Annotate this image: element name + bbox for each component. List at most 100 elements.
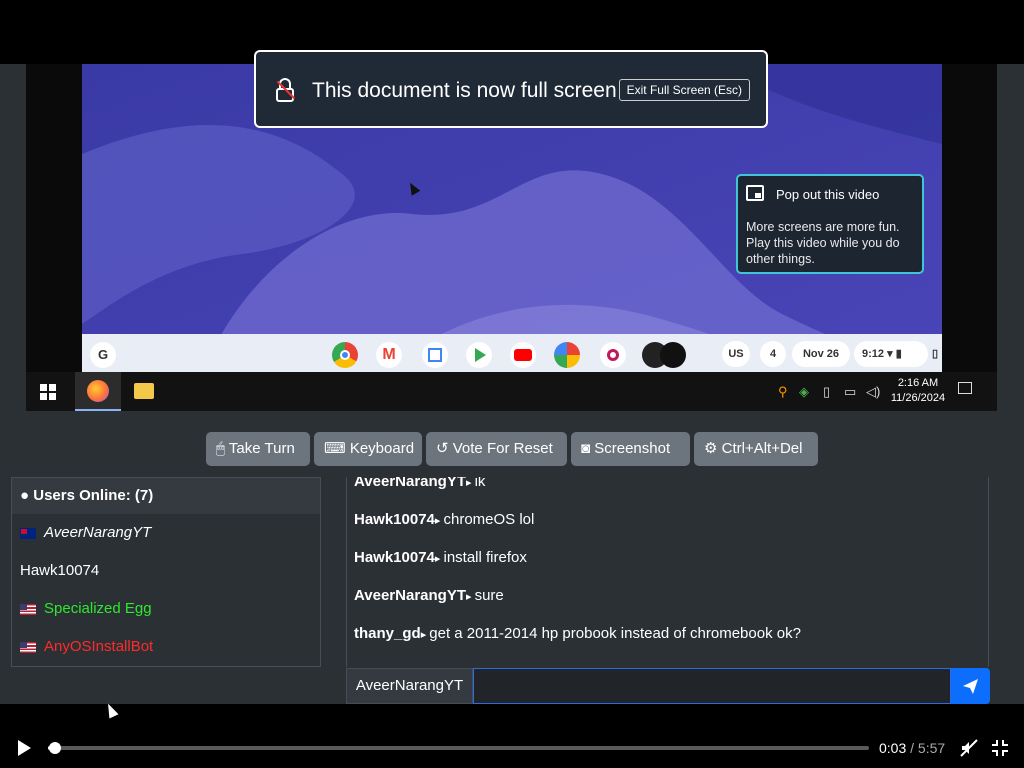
play-store-icon[interactable] [466, 342, 492, 368]
ime-indicator[interactable]: US [722, 341, 750, 367]
gear-icon: ⚙ [704, 440, 718, 457]
ctrl-alt-del-button[interactable]: ⚙ Ctrl+Alt+Del [694, 432, 818, 466]
chat-input[interactable] [473, 668, 951, 704]
tray-usb-icon[interactable]: ▯ [823, 384, 830, 400]
undo-icon: ↺ [436, 440, 449, 457]
screen-record-icon[interactable] [600, 342, 626, 368]
fullscreen-message: This document is now full screen [312, 79, 617, 102]
pop-out-video-tooltip[interactable]: Pop out this video More screens are more… [736, 174, 924, 274]
user-item[interactable]: AveerNarangYT [12, 514, 320, 552]
us-flag-icon [20, 603, 36, 615]
chat-username[interactable]: Hawk10074 [354, 549, 435, 566]
users-header: ● Users Online: (7) [12, 478, 320, 514]
overview-button[interactable]: ▯ [930, 341, 940, 367]
australia-flag-icon [20, 527, 36, 539]
progress-handle[interactable] [49, 742, 61, 754]
chat-arrow-icon: ▸ [466, 477, 475, 489]
users-header-label: Users Online: (7) [33, 487, 154, 504]
chat-message: Hawk10074▸ install firefox [354, 549, 527, 566]
chat-text: get a 2011-2014 hp probook instead of ch… [429, 625, 801, 642]
tray-clock[interactable]: 2:16 AM 11/26/2024 [886, 376, 950, 406]
chat-username[interactable]: AveerNarangYT [354, 587, 466, 604]
tray-search-icon[interactable]: ⚲ [778, 384, 788, 400]
chat-username[interactable]: Hawk10074 [354, 511, 435, 528]
duration: 5:57 [917, 740, 946, 756]
chrome-icon[interactable] [332, 342, 358, 368]
wifi-icon: ▾ [887, 348, 893, 360]
user-item[interactable]: Specialized Egg [12, 590, 320, 628]
firefox-taskbar-icon[interactable] [75, 372, 121, 411]
photos-icon[interactable] [554, 342, 580, 368]
vote-reset-button[interactable]: ↺ Vote For Reset [426, 432, 567, 466]
chat-username[interactable]: thany_gd [354, 625, 421, 642]
chat-message: thany_gd▸ get a 2011-2014 hp probook ins… [354, 625, 801, 642]
file-explorer-icon[interactable] [134, 383, 154, 399]
ctrl-alt-del-label: Ctrl+Alt+Del [721, 440, 803, 457]
mouse-icon: 🖱 [216, 440, 226, 457]
user-name: Specialized Egg [44, 600, 152, 617]
user-item[interactable]: AnyOSInstallBot [12, 628, 320, 666]
launcher-button[interactable]: G [90, 342, 116, 368]
take-turn-button[interactable]: 🖱 Take Turn [206, 432, 310, 466]
play-button[interactable] [18, 740, 31, 756]
vote-reset-label: Vote For Reset [452, 440, 553, 457]
chromeos-shelf: G M US 4 Nov 26 9:12 ▾ ▮ ▯ [82, 334, 942, 374]
username-button[interactable]: AveerNarangYT [346, 668, 473, 704]
take-turn-label: Take Turn [228, 440, 295, 457]
chat-message: AveerNarangYT▸ sure [354, 587, 504, 604]
gmail-icon[interactable]: M [376, 342, 402, 368]
users-list: AveerNarangYT Hawk10074 Specialized Egg Any… [12, 514, 320, 666]
time-display: 0:03 / 5:57 [879, 740, 945, 756]
chat-text: sure [474, 587, 504, 604]
tray-time: 2:16 AM [897, 377, 939, 389]
send-button[interactable] [951, 668, 990, 704]
paper-plane-icon [963, 679, 978, 694]
status-time: 9:12 [862, 348, 885, 360]
app-icon-2[interactable] [660, 342, 686, 368]
exit-fullscreen-button[interactable]: Exit Full Screen (Esc) [618, 79, 750, 101]
users-online-panel: ● Users Online: (7) AveerNarangYT Hawk100… [11, 477, 321, 667]
chat-message: AveerNarangYT▸ ik [354, 477, 485, 490]
mouse-cursor-icon [103, 701, 119, 719]
chat-messages: AveerNarangYT▸ ik Hawk10074▸ chromeOS lol… [346, 477, 989, 667]
chat-input-bar: AveerNarangYT [346, 668, 990, 704]
user-item[interactable]: Hawk10074 [12, 552, 320, 590]
action-center-icon[interactable] [958, 382, 972, 394]
exit-fullscreen-icon[interactable] [991, 739, 1009, 757]
calendar-icon[interactable] [422, 342, 448, 368]
screenshot-label: Screenshot [594, 440, 671, 457]
user-name: AnyOSInstallBot [44, 638, 154, 655]
windows-start-icon[interactable] [40, 384, 56, 400]
date-pill[interactable]: Nov 26 [792, 341, 850, 367]
keyboard-icon: ⌨ [324, 440, 346, 457]
chat-text: install firefox [443, 549, 527, 566]
chat-username[interactable]: AveerNarangYT [354, 477, 466, 490]
windows-taskbar: ⚲ ◈ ▯ ▭ ◁) 2:16 AM 11/26/2024 [26, 372, 997, 411]
current-time: 0:03 [879, 740, 907, 756]
status-area[interactable]: 9:12 ▾ ▮ [854, 341, 928, 367]
chat-arrow-icon: ▸ [420, 629, 430, 641]
tray-network-icon[interactable]: ▭ [844, 384, 856, 400]
chat-arrow-icon: ▸ [466, 591, 475, 603]
chat-text: chromeOS lol [443, 511, 535, 528]
screenshot-button[interactable]: ◙ Screenshot [571, 432, 690, 466]
pop-out-icon [746, 185, 764, 201]
lock-icon [276, 78, 296, 102]
tray-volume-icon[interactable]: ◁) [866, 384, 880, 400]
time-separator: / [910, 740, 915, 756]
tray-date: 11/26/2024 [890, 392, 946, 404]
keyboard-button[interactable]: ⌨ Keyboard [314, 432, 422, 466]
pop-out-body: More screens are more fun. Play this vid… [746, 220, 900, 266]
us-flag-icon [20, 641, 36, 653]
tray-shield-icon[interactable]: ◈ [799, 384, 809, 400]
notification-count[interactable]: 4 [760, 341, 786, 367]
youtube-icon[interactable] [510, 342, 536, 368]
pop-out-title: Pop out this video [776, 187, 880, 202]
keyboard-label: Keyboard [349, 440, 415, 457]
progress-track[interactable] [48, 746, 869, 750]
battery-icon: ▮ [895, 348, 902, 360]
user-name: AveerNarangYT [44, 524, 152, 541]
chat-text: ik [474, 477, 486, 490]
user-icon: ● [20, 487, 30, 504]
mute-icon[interactable] [960, 739, 978, 757]
